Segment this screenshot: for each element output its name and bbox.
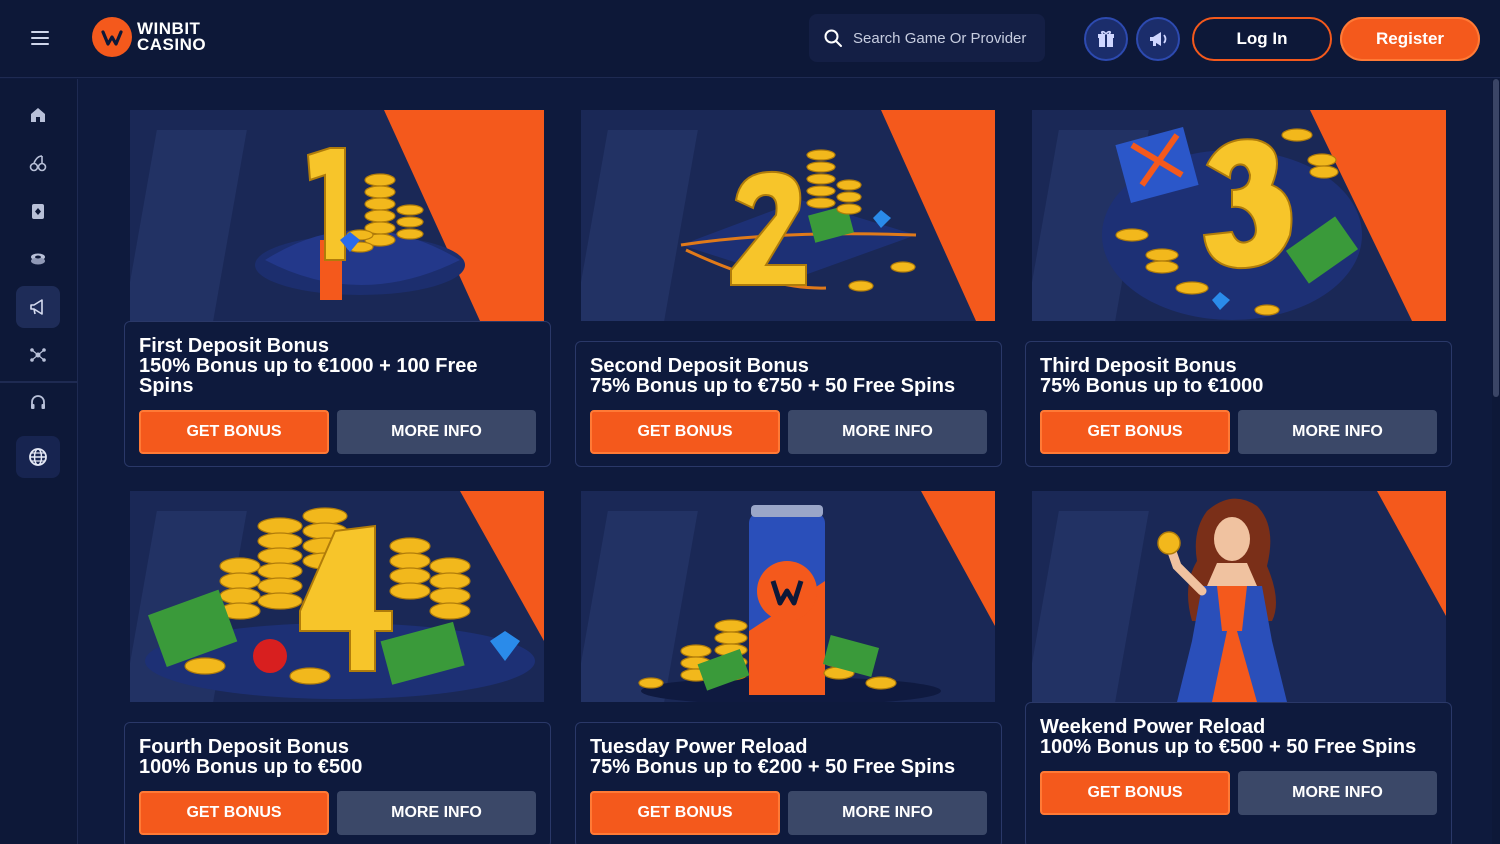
- bonus-image-weekend-reload: [1032, 491, 1446, 702]
- cherries-icon: [29, 155, 47, 172]
- home-icon: [31, 108, 45, 122]
- register-button[interactable]: Register: [1340, 17, 1480, 61]
- sidebar-item-slots[interactable]: [16, 142, 60, 184]
- globe-icon: [29, 448, 47, 466]
- bonus-card-fourth-deposit: Fourth Deposit Bonus 100% Bonus up to €5…: [124, 722, 551, 844]
- cards-icon: [32, 204, 44, 219]
- scroll-thumb[interactable]: [1493, 79, 1499, 397]
- sidebar-item-affiliates[interactable]: [16, 334, 60, 376]
- bonus-description: 100% Bonus up to €500 + 50 Free Spins: [1040, 736, 1417, 758]
- network-icon: [30, 348, 46, 362]
- get-bonus-button[interactable]: GET BONUS: [1040, 410, 1230, 454]
- bonus-card-second-deposit: Second Deposit Bonus 75% Bonus up to €75…: [575, 341, 1002, 467]
- megaphone-icon: [30, 299, 43, 315]
- bonus-image-fourth-deposit: [130, 491, 544, 702]
- bonus-description: 75% Bonus up to €750 + 50 Free Spins: [590, 375, 956, 397]
- site-logo[interactable]: WINBIT CASINO: [92, 17, 206, 57]
- get-bonus-button[interactable]: GET BONUS: [139, 410, 329, 454]
- bonus-card-third-deposit: Third Deposit Bonus 75% Bonus up to €100…: [1025, 341, 1452, 467]
- more-info-button[interactable]: MORE INFO: [788, 791, 987, 835]
- sidebar-item-language[interactable]: [16, 436, 60, 478]
- more-info-button[interactable]: MORE INFO: [337, 791, 536, 835]
- bonus-image-first-deposit: [130, 110, 544, 321]
- bonus-image-second-deposit: [581, 110, 995, 321]
- get-bonus-button[interactable]: GET BONUS: [139, 791, 329, 835]
- login-button[interactable]: Log In: [1192, 17, 1332, 61]
- get-bonus-button[interactable]: GET BONUS: [1040, 771, 1230, 815]
- bonus-image-third-deposit: [1032, 110, 1446, 321]
- megaphone-icon: [1150, 32, 1167, 46]
- bonus-title: Weekend Power Reload: [1040, 716, 1266, 738]
- logo-mark-icon: [92, 17, 132, 57]
- search-icon: [824, 29, 842, 47]
- search-bar[interactable]: [809, 14, 1045, 62]
- bonus-title: Second Deposit Bonus: [590, 355, 809, 377]
- page-scrollbar[interactable]: [1492, 79, 1500, 844]
- bonus-title: Tuesday Power Reload: [590, 736, 808, 758]
- sidebar-item-promotions[interactable]: [16, 286, 60, 328]
- bonus-card-weekend-reload: Weekend Power Reload 100% Bonus up to €5…: [1025, 702, 1452, 844]
- more-info-button[interactable]: MORE INFO: [1238, 410, 1437, 454]
- sidebar-item-home[interactable]: [16, 94, 60, 136]
- more-info-button[interactable]: MORE INFO: [788, 410, 987, 454]
- bonus-image-tuesday-reload: [581, 491, 995, 702]
- bonus-title: Third Deposit Bonus: [1040, 355, 1237, 377]
- gift-icon: [1098, 30, 1114, 47]
- bonus-title: Fourth Deposit Bonus: [139, 736, 349, 758]
- sidebar-item-support[interactable]: [16, 382, 60, 424]
- search-input[interactable]: [853, 29, 1043, 47]
- bonus-description: 100% Bonus up to €500: [139, 756, 363, 778]
- bonus-card-tuesday-reload: Tuesday Power Reload 75% Bonus up to €20…: [575, 722, 1002, 844]
- poker-chips-icon: [31, 253, 45, 265]
- headset-icon: [31, 395, 45, 409]
- bonus-description: 150% Bonus up to €1000 + 100 Free Spins: [139, 355, 478, 397]
- bonus-description: 75% Bonus up to €200 + 50 Free Spins: [590, 756, 956, 778]
- gift-button[interactable]: [1084, 17, 1128, 61]
- more-info-button[interactable]: MORE INFO: [337, 410, 536, 454]
- logo-text-casino: CASINO: [137, 35, 207, 54]
- sidebar: [0, 79, 78, 844]
- sidebar-item-live-casino[interactable]: [16, 238, 60, 280]
- get-bonus-button[interactable]: GET BONUS: [590, 791, 780, 835]
- hamburger-menu-icon[interactable]: [28, 27, 52, 51]
- bonus-title: First Deposit Bonus: [139, 335, 330, 357]
- more-info-button[interactable]: MORE INFO: [1238, 771, 1437, 815]
- sidebar-item-table-games[interactable]: [16, 190, 60, 232]
- promotions-button[interactable]: [1136, 17, 1180, 61]
- top-header: WINBIT CASINO Log In Register: [0, 0, 1500, 78]
- bonus-description: 75% Bonus up to €1000: [1040, 375, 1264, 397]
- bonus-card-first-deposit: First Deposit Bonus 150% Bonus up to €10…: [124, 321, 551, 467]
- get-bonus-button[interactable]: GET BONUS: [590, 410, 780, 454]
